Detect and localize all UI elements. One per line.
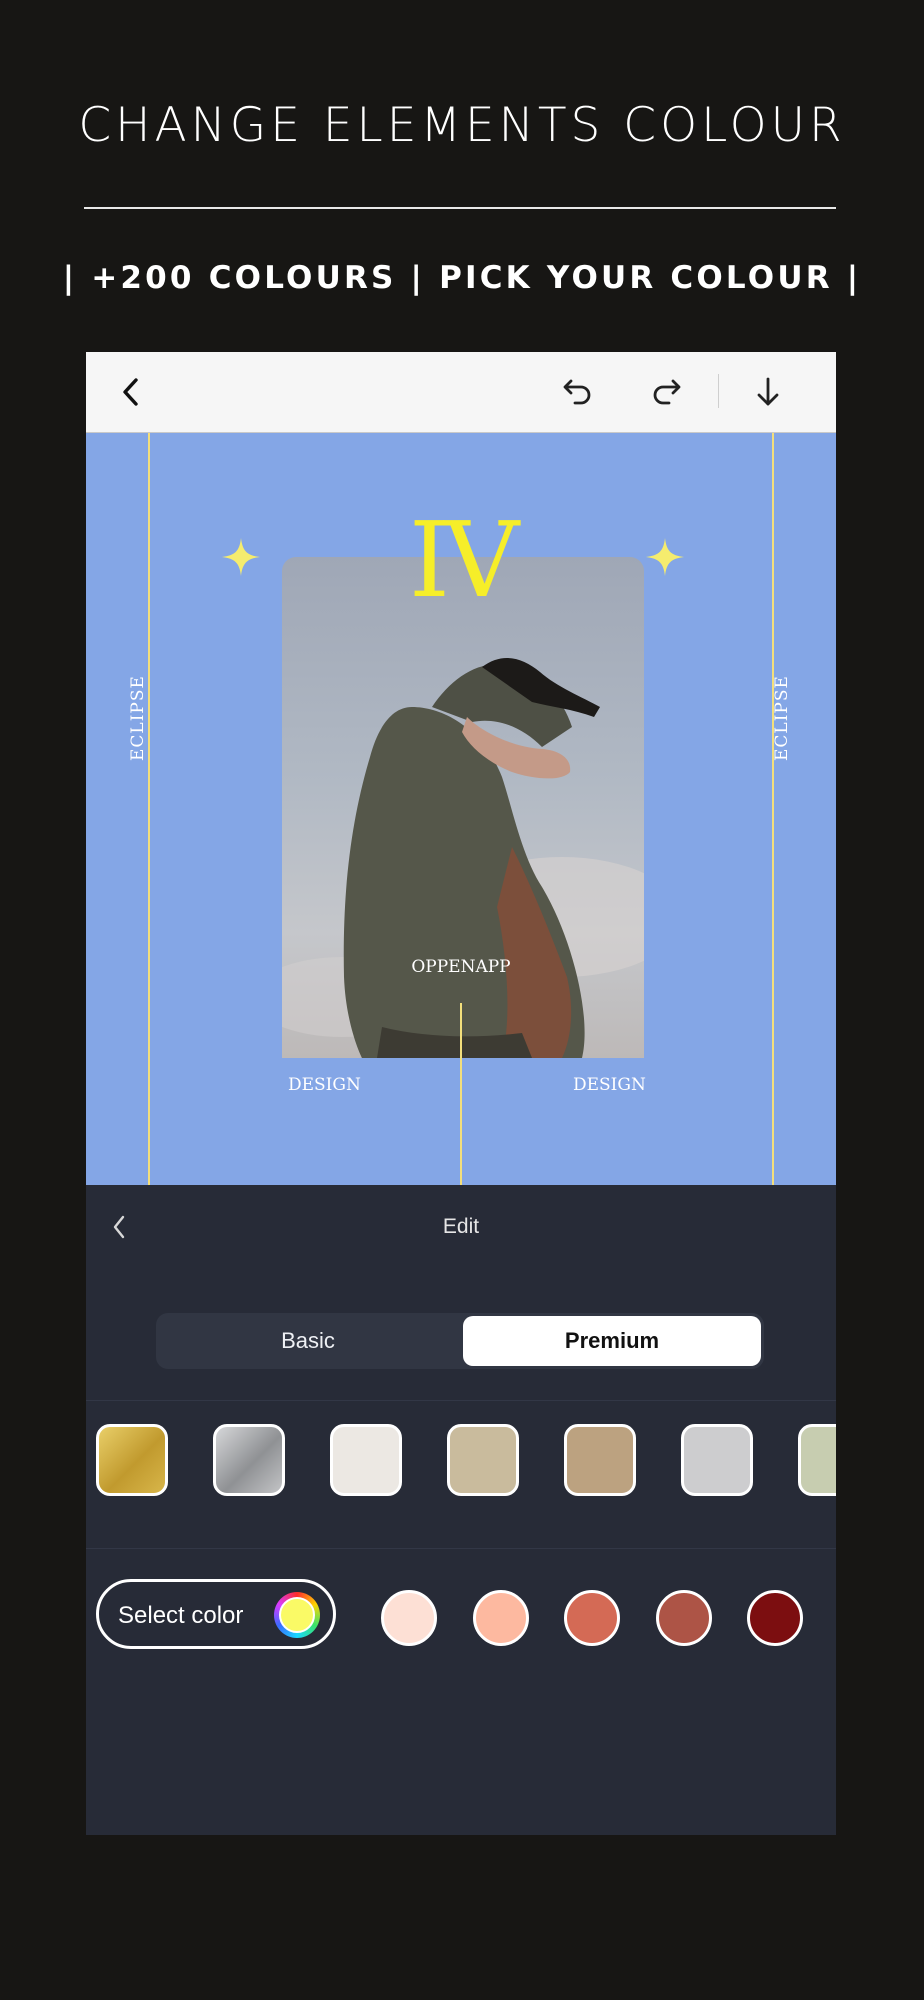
guide-line-right <box>772 433 774 1185</box>
row-divider <box>86 1400 836 1401</box>
color-wheel-icon <box>274 1592 320 1638</box>
back-button[interactable] <box>111 372 151 412</box>
undo-icon <box>563 379 591 405</box>
undo-button[interactable] <box>558 372 598 412</box>
color-dot-blush[interactable] <box>381 1590 437 1646</box>
guide-line-center <box>460 1003 462 1185</box>
panel-title: Edit <box>442 1215 480 1238</box>
current-color-preview <box>279 1597 315 1633</box>
promo-subheadline: | +200 COLOURS | PICK YOUR COLOUR | <box>62 260 862 296</box>
editor-toolbar <box>86 352 836 433</box>
redo-button[interactable] <box>646 372 686 412</box>
design-text-right[interactable]: DESIGN <box>573 1075 646 1095</box>
download-arrow-icon <box>757 377 779 406</box>
design-canvas[interactable]: ECLIPSE ECLIPSE IV OPPENAPP DESIGN DESIG… <box>86 433 836 1185</box>
color-dot-brick[interactable] <box>656 1590 712 1646</box>
swatch-gold[interactable] <box>96 1424 168 1496</box>
select-color-button[interactable]: Select color <box>96 1579 336 1649</box>
promo-divider <box>84 207 836 209</box>
roman-numeral[interactable]: IV <box>386 508 536 612</box>
toolbar-separator <box>718 374 719 408</box>
model-photo[interactable] <box>282 557 644 1058</box>
select-color-label: Select color <box>118 1602 244 1629</box>
promo-headline: CHANGE ELEMENTS COLOUR <box>78 98 846 153</box>
color-category-tabs: Basic Premium <box>156 1313 764 1369</box>
sparkle-right-icon[interactable] <box>646 538 684 576</box>
model-figure-image <box>282 657 644 1058</box>
sparkle-left-icon[interactable] <box>222 538 260 576</box>
color-dot-peach[interactable] <box>473 1590 529 1646</box>
side-text-right[interactable]: ECLIPSE <box>772 675 792 761</box>
swatch-sage[interactable] <box>798 1424 836 1496</box>
swatch-silver[interactable] <box>213 1424 285 1496</box>
swatch-tan[interactable] <box>564 1424 636 1496</box>
swatch-light-grey[interactable] <box>681 1424 753 1496</box>
chevron-left-icon <box>123 378 138 406</box>
color-dot-terracotta[interactable] <box>564 1590 620 1646</box>
side-text-left[interactable]: ECLIPSE <box>128 675 148 761</box>
swatch-sand[interactable] <box>447 1424 519 1496</box>
design-text-left[interactable]: DESIGN <box>288 1075 361 1095</box>
edit-panel-header: Edit <box>86 1185 836 1285</box>
photo-label[interactable]: OPPENAPP <box>86 957 836 977</box>
app-screen: ECLIPSE ECLIPSE IV OPPENAPP DESIGN DESIG… <box>86 352 836 1835</box>
guide-line-left <box>148 433 150 1185</box>
tab-premium[interactable]: Premium <box>463 1316 761 1366</box>
download-button[interactable] <box>748 372 788 412</box>
redo-icon <box>653 379 681 405</box>
swatch-pearl[interactable] <box>330 1424 402 1496</box>
color-dot-maroon[interactable] <box>747 1590 803 1646</box>
tab-basic[interactable]: Basic <box>159 1316 457 1366</box>
row-divider <box>86 1548 836 1549</box>
